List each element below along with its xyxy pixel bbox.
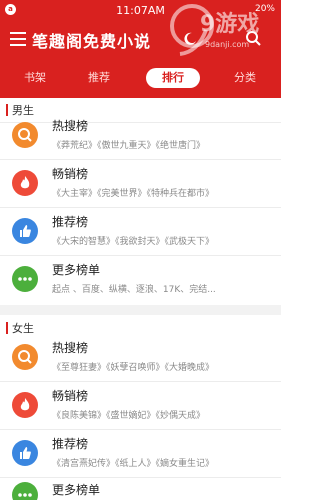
list-name: 更多榜单 — [52, 483, 101, 497]
night-mode-icon[interactable] — [183, 32, 197, 46]
divider — [0, 429, 281, 430]
list-books: 《至尊狂妻》《妖孽召唤师》《大婚晚成》 — [52, 363, 215, 373]
list-sources: 起点 、百度、纵横、逐浪、17K、完结... — [52, 285, 216, 295]
fire-icon — [12, 170, 38, 196]
list-books: 《大宋的智慧》《我欲封天》《武极天下》 — [52, 237, 215, 247]
list-name: 热搜榜 — [52, 119, 89, 133]
app-header: 笔趣阁免费小说 — [0, 22, 281, 58]
tab-category[interactable]: 分类 — [218, 68, 272, 88]
search-icon — [12, 344, 38, 370]
divider — [0, 207, 281, 208]
section-accent-bar — [6, 322, 8, 334]
list-item-female-more[interactable]: 更多榜单 — [0, 478, 281, 500]
tab-bar: 书架 推荐 排行 分类 — [0, 64, 281, 92]
tab-recommend[interactable]: 推荐 — [72, 68, 126, 88]
app-title: 笔趣阁免费小说 — [32, 32, 152, 51]
fire-icon — [12, 392, 38, 418]
list-item-male-hot[interactable]: 热搜榜 《莽荒纪》《傲世九重天》《绝世唐门》 — [0, 114, 281, 159]
list-name: 热搜榜 — [52, 341, 89, 355]
list-name: 畅销榜 — [52, 167, 89, 181]
section-label: 女生 — [12, 322, 34, 335]
thumbs-up-icon — [12, 218, 38, 244]
list-name: 畅销榜 — [52, 389, 89, 403]
list-item-female-hot[interactable]: 热搜榜 《至尊狂妻》《妖孽召唤师》《大婚晚成》 — [0, 336, 281, 381]
search-icon — [12, 122, 38, 148]
list-books: 《大主宰》《完美世界》《特种兵在都市》 — [52, 189, 215, 199]
list-name: 推荐榜 — [52, 437, 89, 451]
list-books: 《清宫熹妃传》《纸上人》《嫡女重生记》 — [52, 459, 215, 469]
section-gap — [0, 305, 281, 315]
thumbs-up-icon — [12, 440, 38, 466]
list-item-male-more[interactable]: 更多榜单 起点 、百度、纵横、逐浪、17K、完结... — [0, 258, 281, 303]
tab-ranking[interactable]: 排行 — [146, 68, 200, 88]
divider — [0, 255, 281, 256]
list-item-female-bestseller[interactable]: 畅销榜 《良陈美锦》《盛世嫡妃》《妙偶天成》 — [0, 384, 281, 429]
list-item-male-bestseller[interactable]: 畅销榜 《大主宰》《完美世界》《特种兵在都市》 — [0, 162, 281, 207]
tab-bookshelf[interactable]: 书架 — [8, 68, 62, 88]
divider — [0, 159, 281, 160]
list-name: 更多榜单 — [52, 263, 101, 277]
list-name: 推荐榜 — [52, 215, 89, 229]
list-books: 《莽荒纪》《傲世九重天》《绝世唐门》 — [52, 141, 206, 151]
list-books: 《良陈美锦》《盛世嫡妃》《妙偶天成》 — [52, 411, 206, 421]
more-icon — [12, 266, 38, 292]
more-icon — [12, 482, 38, 500]
top-app-bar: a 11:07AM 20% 9游戏 9danji.com 笔趣阁免费小说 书架 … — [0, 0, 281, 98]
list-item-male-recommend[interactable]: 推荐榜 《大宋的智慧》《我欲封天》《武极天下》 — [0, 210, 281, 255]
search-icon[interactable] — [245, 30, 261, 46]
list-item-female-recommend[interactable]: 推荐榜 《清宫熹妃传》《纸上人》《嫡女重生记》 — [0, 432, 281, 477]
menu-icon[interactable] — [10, 32, 26, 46]
divider — [0, 381, 281, 382]
